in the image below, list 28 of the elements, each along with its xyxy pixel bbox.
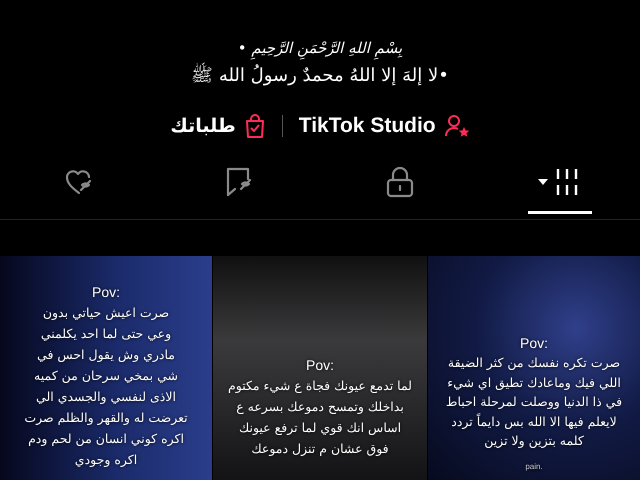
video-caption-line: لما تدمع عيونك فجاة ع شيء مكتوم: [228, 377, 412, 395]
video-caption-tag: pain.: [525, 460, 543, 472]
video-caption-line: لايعلم فيها الا الله بس دايماً تردد: [451, 412, 617, 431]
person-star-icon: [444, 114, 470, 138]
video-caption-line: الاذى لنفسي والجسدي الي: [36, 388, 176, 406]
video-caption-line: اكره وجودي: [74, 451, 138, 469]
video-caption-line: تعرضت له والقهر والظلم صرت: [24, 409, 188, 427]
video-caption-line: شي بمخي سرحان من كميه: [34, 367, 178, 385]
video-caption-line: صرت تكره نفسك من كثر الضيقة: [448, 354, 620, 372]
video-caption-line: في ذا الدنيا ووصلت لمرحلة احباط: [446, 393, 622, 411]
video-caption-title: Pov:: [92, 283, 120, 302]
bio-text: بِسْمِ اللهِ الرَّحْمَنِ الرَّحِيمِ •: [238, 34, 402, 62]
video-caption-line: وعي حتى لما احد يكلمني: [40, 325, 172, 343]
video-caption-title: Pov:: [520, 334, 548, 353]
lock-icon: [386, 166, 414, 198]
video-caption-title: Pov:: [306, 356, 334, 375]
studio-link[interactable]: TikTok Studio: [298, 110, 470, 142]
video-caption-line: اللي فيك وماعادك تطيق اي شيء: [447, 374, 621, 392]
video-caption-line: فوق عشان م تنزل دموعك: [251, 440, 389, 458]
video-caption-line: مادري وش يقول احس في: [37, 346, 175, 364]
video-caption-line: اكره كوني انسان من لحم ودم: [28, 430, 184, 448]
video-caption-line: اساس انك قوي لما ترفع عيونك: [238, 419, 402, 437]
bio-text: •لا إلهَ إلا اللهُ محمدٌ رسولُ الله ﷺ: [191, 62, 449, 90]
video-caption-line: كلمه بتزين ولا تزين: [484, 432, 584, 450]
orders-link[interactable]: طلباتك: [170, 112, 266, 140]
video-caption-line: صرت اعيش حياتي بدون: [42, 304, 170, 322]
shopping-bag-icon: [244, 114, 266, 138]
video-caption-line: بداخلك وتمسح دموعك بسرعه ع: [236, 398, 404, 416]
